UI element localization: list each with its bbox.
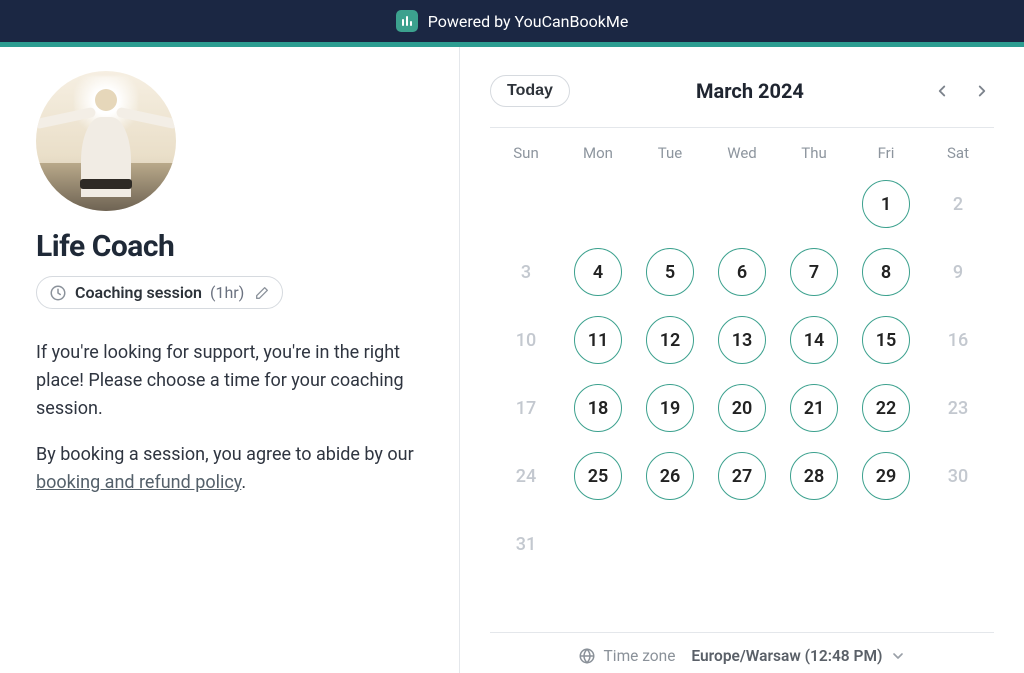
calendar-week: 24 25 26 27 28 29 30 bbox=[490, 452, 994, 500]
calendar-day-disabled: 16 bbox=[934, 316, 982, 364]
description-paragraph-1: If you're looking for support, you're in… bbox=[36, 339, 423, 423]
calendar-day-blank bbox=[778, 520, 850, 568]
calendar-day-disabled: 10 bbox=[502, 316, 550, 364]
top-banner[interactable]: Powered by YouCanBookMe bbox=[0, 0, 1024, 42]
calendar-day-available[interactable]: 28 bbox=[790, 452, 838, 500]
today-button[interactable]: Today bbox=[490, 75, 570, 107]
weekday-label: Sat bbox=[922, 138, 994, 180]
calendar-week: 12 bbox=[490, 180, 994, 228]
calendar-day-available[interactable]: 1 bbox=[862, 180, 910, 228]
calendar-day-disabled: 2 bbox=[934, 180, 982, 228]
calendar-day-available[interactable]: 7 bbox=[790, 248, 838, 296]
top-banner-text: Powered by YouCanBookMe bbox=[428, 12, 629, 31]
clock-icon bbox=[49, 284, 67, 302]
pencil-icon[interactable] bbox=[254, 285, 270, 301]
chevron-left-icon bbox=[933, 82, 951, 100]
info-panel: Life Coach Coaching session (1hr) If you… bbox=[0, 47, 460, 673]
calendar-day-blank bbox=[850, 520, 922, 568]
weekday-label: Fri bbox=[850, 138, 922, 180]
calendar-day-blank bbox=[634, 180, 706, 228]
calendar-week: 10 11 12 13 14 15 16 bbox=[490, 316, 994, 364]
session-duration: (1hr) bbox=[210, 283, 244, 302]
calendar-day-available[interactable]: 27 bbox=[718, 452, 766, 500]
calendar-day-blank bbox=[778, 180, 850, 228]
calendar-day-available[interactable]: 29 bbox=[862, 452, 910, 500]
calendar-day-blank bbox=[634, 520, 706, 568]
calendar-day-disabled: 3 bbox=[502, 248, 550, 296]
calendar-day-blank bbox=[706, 520, 778, 568]
calendar-panel: Today March 2024 SunMonTueWedThuFriSat 1… bbox=[460, 47, 1024, 673]
session-chip[interactable]: Coaching session (1hr) bbox=[36, 276, 283, 309]
calendar-day-available[interactable]: 18 bbox=[574, 384, 622, 432]
divider bbox=[490, 127, 994, 128]
calendar-day-blank bbox=[562, 180, 634, 228]
calendar-day-available[interactable]: 12 bbox=[646, 316, 694, 364]
calendar-day-available[interactable]: 8 bbox=[862, 248, 910, 296]
chevron-right-icon bbox=[973, 82, 991, 100]
calendar-day-available[interactable]: 19 bbox=[646, 384, 694, 432]
calendar-day-blank bbox=[706, 180, 778, 228]
calendar-week: 17 18 19 20 21 22 23 bbox=[490, 384, 994, 432]
page-title: Life Coach bbox=[36, 229, 423, 264]
calendar-day-disabled: 23 bbox=[934, 384, 982, 432]
calendar-day-available[interactable]: 13 bbox=[718, 316, 766, 364]
calendar-day-available[interactable]: 14 bbox=[790, 316, 838, 364]
globe-icon bbox=[578, 647, 596, 665]
calendar-day-disabled: 24 bbox=[502, 452, 550, 500]
prev-month-button[interactable] bbox=[930, 79, 954, 103]
timezone-selector[interactable]: Europe/Warsaw (12:48 PM) bbox=[691, 647, 906, 665]
weekday-label: Wed bbox=[706, 138, 778, 180]
next-month-button[interactable] bbox=[970, 79, 994, 103]
divider bbox=[490, 632, 994, 633]
weekday-label: Sun bbox=[490, 138, 562, 180]
calendar-day-available[interactable]: 21 bbox=[790, 384, 838, 432]
description-paragraph-2: By booking a session, you agree to abide… bbox=[36, 441, 423, 497]
calendar-day-available[interactable]: 20 bbox=[718, 384, 766, 432]
ycbm-logo-icon bbox=[396, 10, 418, 32]
calendar-day-disabled: 17 bbox=[502, 384, 550, 432]
calendar-week: 3456789 bbox=[490, 248, 994, 296]
calendar-day-disabled: 9 bbox=[934, 248, 982, 296]
timezone-label: Time zone bbox=[578, 647, 676, 665]
chevron-down-icon bbox=[890, 648, 906, 664]
calendar-day-available[interactable]: 26 bbox=[646, 452, 694, 500]
calendar-day-available[interactable]: 15 bbox=[862, 316, 910, 364]
month-label: March 2024 bbox=[570, 79, 930, 103]
calendar-day-blank bbox=[490, 180, 562, 228]
calendar-day-blank bbox=[922, 520, 994, 568]
weekday-header: SunMonTueWedThuFriSat bbox=[490, 138, 994, 180]
avatar bbox=[36, 71, 176, 211]
calendar-week: 31 bbox=[490, 520, 994, 568]
policy-link[interactable]: booking and refund policy bbox=[36, 472, 241, 493]
weekday-label: Thu bbox=[778, 138, 850, 180]
weekday-label: Mon bbox=[562, 138, 634, 180]
calendar-day-available[interactable]: 4 bbox=[574, 248, 622, 296]
timezone-value: Europe/Warsaw (12:48 PM) bbox=[691, 647, 882, 665]
calendar-day-available[interactable]: 5 bbox=[646, 248, 694, 296]
calendar-day-available[interactable]: 22 bbox=[862, 384, 910, 432]
calendar-day-disabled: 31 bbox=[502, 520, 550, 568]
calendar-day-available[interactable]: 11 bbox=[574, 316, 622, 364]
session-name: Coaching session bbox=[75, 283, 202, 302]
calendar-day-available[interactable]: 25 bbox=[574, 452, 622, 500]
weekday-label: Tue bbox=[634, 138, 706, 180]
calendar-day-disabled: 30 bbox=[934, 452, 982, 500]
calendar-day-blank bbox=[562, 520, 634, 568]
calendar-day-available[interactable]: 6 bbox=[718, 248, 766, 296]
